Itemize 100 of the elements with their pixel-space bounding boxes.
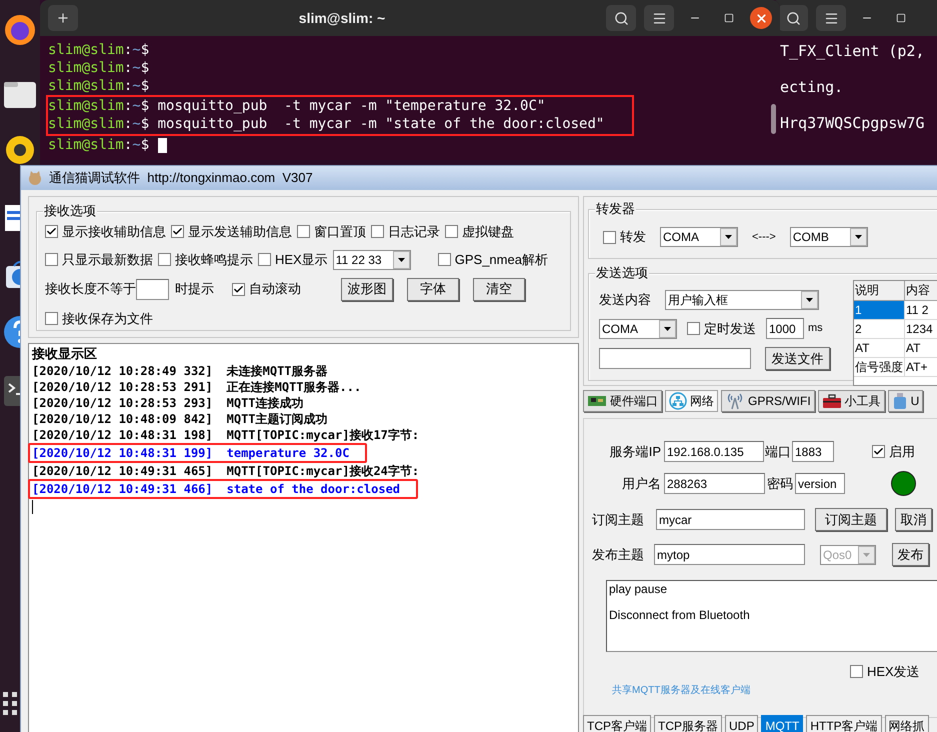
- tool-tab[interactable]: GPRS/WIFI: [721, 390, 815, 412]
- tool-tab[interactable]: 小工具: [818, 390, 885, 412]
- checkbox-label: 日志记录: [388, 223, 440, 241]
- network-icon: [669, 392, 687, 410]
- protocol-tab[interactable]: MQTT: [761, 715, 804, 732]
- group-title: 发送选项: [595, 265, 649, 281]
- unit-label: ms: [808, 321, 823, 336]
- log-line: [2020/10/12 10:28:49 332] 未连接MQTT服务器: [32, 363, 329, 379]
- terminal-line: slim@slim:~$: [48, 136, 168, 154]
- checkbox-label: 只显示最新数据: [62, 250, 153, 269]
- port-select[interactable]: COMA: [599, 318, 677, 338]
- subscribe-topic-input[interactable]: mycar: [656, 509, 805, 530]
- new-tab-button[interactable]: [48, 5, 78, 31]
- shopping-bag-icon[interactable]: [3, 258, 20, 290]
- table-cell[interactable]: 2: [854, 320, 905, 338]
- help-icon[interactable]: [3, 315, 20, 349]
- checkbox[interactable]: [297, 225, 310, 238]
- content-source-select[interactable]: 用户输入框: [665, 290, 819, 310]
- target-port-select[interactable]: COMB: [790, 227, 868, 247]
- message-line: play pause: [609, 583, 668, 596]
- checkbox[interactable]: [603, 230, 616, 244]
- search-button[interactable]: [606, 5, 636, 31]
- protocol-tab[interactable]: TCP服务器: [654, 715, 722, 732]
- publish-topic-input[interactable]: mytop: [654, 544, 805, 565]
- button[interactable]: 订阅主题: [815, 508, 887, 531]
- checkbox-label: HEX显示: [275, 250, 328, 269]
- terminal-line: slim@slim:~$: [48, 77, 150, 95]
- table-cell[interactable]: AT: [905, 339, 937, 357]
- document-icon[interactable]: [3, 203, 20, 233]
- terminal-icon[interactable]: [3, 374, 20, 408]
- checkbox-label: 显示发送辅助信息: [188, 223, 292, 241]
- table-cell[interactable]: 1234: [905, 320, 937, 338]
- button[interactable]: 发送文件: [765, 347, 830, 370]
- checkbox[interactable]: [45, 253, 58, 266]
- checkbox[interactable]: [45, 225, 58, 238]
- log-line: [2020/10/12 10:49:31 465] MQTT[TOPIC:mycar]接收24字节:: [32, 463, 420, 479]
- username-input[interactable]: 288263: [664, 473, 765, 494]
- checkbox[interactable]: [687, 322, 700, 335]
- log-line: [2020/10/12 10:28:53 291] 正在连接MQTT服务器...: [32, 379, 362, 395]
- message-input[interactable]: play pause Disconnect from Bluetooth: [606, 580, 937, 652]
- protocol-tab[interactable]: HTTP客户端: [806, 715, 882, 732]
- log-line: [2020/10/12 10:28:53 293] MQTT连接成功: [32, 395, 305, 411]
- checkbox[interactable]: [232, 282, 245, 296]
- usb-drive-icon: [892, 392, 908, 410]
- terminal-line: Hrq37WQSCpgpsw7G: [780, 113, 926, 130]
- tool-tab[interactable]: U: [888, 390, 924, 412]
- search-button[interactable]: [778, 5, 808, 31]
- checkbox[interactable]: [371, 225, 384, 238]
- checkbox[interactable]: [872, 445, 885, 458]
- antenna-icon: [725, 392, 745, 410]
- field-label: 用户名: [621, 474, 662, 493]
- checkbox[interactable]: [45, 312, 58, 325]
- column-header[interactable]: 说明: [854, 281, 905, 300]
- table-cell[interactable]: 11 2: [905, 301, 937, 319]
- column-header[interactable]: 内容: [905, 281, 937, 300]
- folder-icon[interactable]: [3, 80, 37, 110]
- tool-tab[interactable]: 硬件端口: [583, 390, 662, 412]
- checkbox-label: 接收保存为文件: [62, 310, 153, 328]
- speaker-icon[interactable]: [3, 135, 37, 165]
- browser-icon[interactable]: [3, 12, 37, 48]
- menu-button[interactable]: [644, 5, 674, 31]
- source-port-select[interactable]: COMA: [660, 227, 738, 247]
- hex-format-select[interactable]: 11 22 33: [332, 250, 411, 270]
- group-title: 转发器: [595, 201, 636, 217]
- checkbox[interactable]: [258, 253, 271, 266]
- checkbox-label: 定时发送: [704, 320, 756, 338]
- table-cell[interactable]: AT: [854, 339, 905, 357]
- server-ip-input[interactable]: 192.168.0.135: [664, 441, 764, 462]
- field-label: 服务端IP: [608, 442, 662, 461]
- app-grid-icon[interactable]: [3, 692, 20, 716]
- table-cell[interactable]: 1: [854, 301, 905, 319]
- table-cell[interactable]: 信号强度: [854, 358, 905, 376]
- button[interactable]: 清空: [473, 278, 525, 300]
- checkbox-label: 接收蜂鸣提示: [175, 250, 253, 269]
- protocol-tab[interactable]: 网络抓: [884, 715, 929, 732]
- checkbox[interactable]: [171, 225, 184, 238]
- protocol-tab[interactable]: TCP客户端: [583, 715, 651, 732]
- button[interactable]: 发布: [892, 543, 929, 566]
- interval-input[interactable]: 1000: [766, 318, 804, 339]
- password-input[interactable]: version: [795, 473, 845, 494]
- checkbox[interactable]: [850, 665, 863, 678]
- table-cell[interactable]: AT+: [905, 358, 937, 376]
- button[interactable]: 字体: [407, 278, 459, 300]
- button[interactable]: 取消: [895, 508, 932, 531]
- scrollbar[interactable]: [771, 104, 776, 134]
- file-path-input[interactable]: [599, 348, 751, 369]
- checkbox[interactable]: [158, 253, 171, 266]
- close-button[interactable]: [750, 7, 772, 29]
- port-input[interactable]: 1883: [792, 441, 834, 462]
- length-input[interactable]: [136, 278, 169, 300]
- tool-tab[interactable]: 网络: [665, 390, 718, 412]
- checkbox[interactable]: [445, 225, 458, 238]
- cat-icon: [27, 170, 43, 186]
- button[interactable]: 波形图: [341, 278, 393, 300]
- terminal-line: slim@slim:~$ mosquitto_pub -t mycar -m "state of the door:closed": [48, 115, 604, 133]
- menu-button[interactable]: [816, 5, 846, 31]
- protocol-tab[interactable]: UDP: [725, 715, 758, 732]
- terminal-line: ecting.: [780, 77, 844, 94]
- checkbox[interactable]: [438, 253, 451, 266]
- terminal-line: T_FX_Client (p2,: [780, 41, 926, 58]
